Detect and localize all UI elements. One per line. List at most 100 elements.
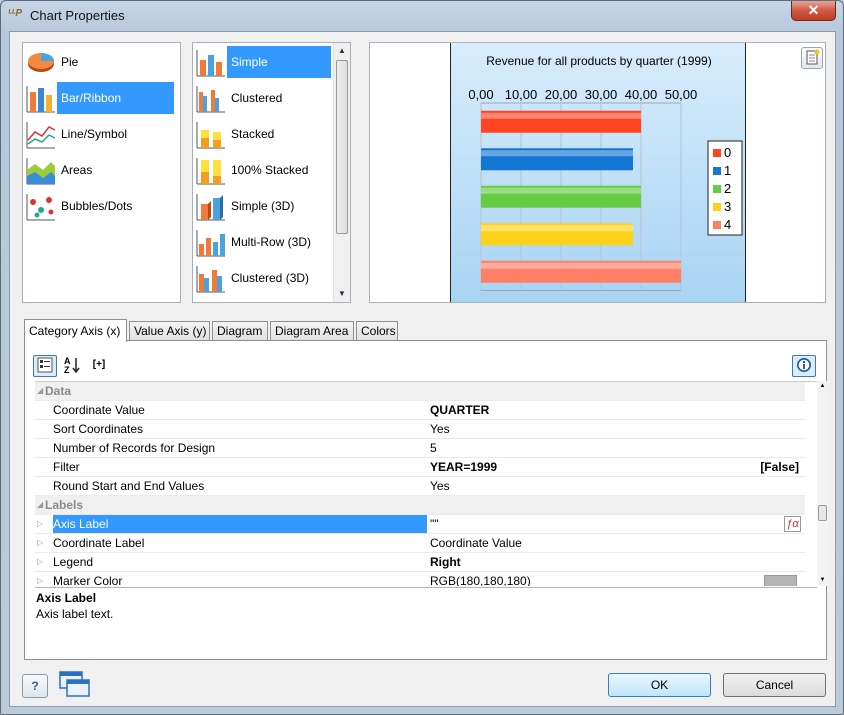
property-value[interactable]: 5	[430, 439, 805, 457]
property-row[interactable]: Filter YEAR=1999 [False]	[35, 458, 805, 477]
property-row[interactable]: ▷ Coordinate Label Coordinate Value	[35, 534, 805, 553]
property-row[interactable]: Coordinate Value QUARTER	[35, 401, 805, 420]
property-row[interactable]: ▷ Legend Right	[35, 553, 805, 572]
subtype-simple[interactable]: Simple	[195, 45, 331, 79]
property-row[interactable]: Round Start and End Values Yes	[35, 477, 805, 496]
legend-swatch	[713, 221, 721, 229]
expand-icon[interactable]: ▷	[37, 534, 47, 552]
help-button[interactable]: ?	[22, 674, 48, 698]
category-row[interactable]: ◢ Data	[35, 382, 805, 401]
property-row[interactable]: ▷ Marker Color RGB(180,180,180)	[35, 572, 805, 586]
property-row[interactable]: Number of Records for Design 5	[35, 439, 805, 458]
property-name: Coordinate Label	[53, 536, 145, 550]
scroll-down-icon[interactable]: ▼	[334, 286, 350, 302]
chart-properties-dialog: ᴸᴸP Chart Properties ✕ Pie Bar/Ribbon Line…	[0, 0, 844, 715]
subtype-clustered-3d[interactable]: Clustered (3D)	[195, 261, 331, 295]
scroll-thumb[interactable]	[336, 60, 348, 234]
bar-highlight	[481, 187, 641, 194]
expand-icon[interactable]: ▷	[37, 515, 47, 533]
scroll-up-icon[interactable]: ▲	[334, 43, 350, 59]
legend-swatch	[713, 149, 721, 157]
property-name: Filter	[53, 460, 80, 474]
bar-highlight	[481, 150, 633, 157]
chart-title: Revenue for all products by quarter (199…	[486, 54, 711, 68]
subtype-scrollbar[interactable]: ▲ ▼	[333, 43, 350, 302]
info-button[interactable]	[792, 355, 816, 377]
property-value[interactable]: YEAR=1999	[430, 458, 805, 476]
subtype-100-stacked[interactable]: 100% Stacked	[195, 153, 331, 187]
property-name: Number of Records for Design	[53, 441, 216, 455]
category-row[interactable]: ◢ Labels	[35, 496, 805, 515]
grid-scroll-thumb[interactable]	[818, 505, 827, 521]
percent-stacked-bar-icon	[196, 158, 225, 185]
cancel-button[interactable]: Cancel	[723, 673, 826, 697]
new-document-button[interactable]	[801, 47, 823, 69]
subtype-clustered[interactable]: Clustered	[195, 81, 331, 115]
multirow-3d-bar-icon	[196, 230, 225, 257]
subtype-stacked[interactable]: Stacked	[195, 117, 331, 151]
legend-swatch	[713, 185, 721, 193]
property-value[interactable]: Yes	[430, 477, 805, 495]
expand-icon[interactable]: ▷	[37, 572, 47, 586]
subtype-label: Simple (3D)	[231, 199, 295, 213]
chart-svg: Revenue for all products by quarter (199…	[468, 54, 743, 291]
legend-label: 0	[724, 145, 731, 160]
chart-preview: Revenue for all products by quarter (199…	[369, 42, 826, 303]
chart-type-areas[interactable]: Areas	[25, 153, 174, 187]
property-value[interactable]: RGB(180,180,180)	[430, 572, 805, 586]
description-pane: Axis Label Axis label text.	[35, 587, 817, 659]
chart-type-label: Bubbles/Dots	[61, 199, 133, 213]
tab-category-axis-x[interactable]: Category Axis (x)	[24, 319, 127, 342]
property-row[interactable]: ▷ Axis Label "" ƒα	[35, 515, 805, 534]
window-layout-button[interactable]	[58, 670, 92, 700]
window-title: Chart Properties	[30, 8, 125, 23]
property-grid-scrollbar[interactable]: ▲ ▼	[817, 381, 828, 586]
tab-diagram-area[interactable]: Diagram Area	[270, 321, 354, 341]
subtype-label: Clustered	[231, 91, 283, 105]
property-value[interactable]: Coordinate Value	[430, 534, 805, 552]
property-name: Coordinate Value	[53, 403, 145, 417]
alphabetical-sort-button[interactable]: A Z	[61, 355, 85, 377]
tab-diagram[interactable]: Diagram	[212, 321, 268, 341]
chart-canvas: Revenue for all products by quarter (199…	[450, 43, 746, 302]
expand-icon[interactable]: ▷	[37, 553, 47, 571]
simple-3d-bar-icon	[196, 194, 225, 221]
tab-colors[interactable]: Colors	[356, 321, 398, 341]
chart-type-bar-ribbon[interactable]: Bar/Ribbon	[25, 81, 174, 115]
property-value[interactable]: Right	[430, 553, 805, 571]
subtype-label: Multi-Row (3D)	[231, 235, 312, 249]
property-value[interactable]: ""	[430, 515, 805, 533]
chart-type-bubbles-dots[interactable]: Bubbles/Dots	[25, 189, 174, 223]
property-row[interactable]: Sort Coordinates Yes	[35, 420, 805, 439]
subtype-simple-3d[interactable]: Simple (3D)	[195, 189, 331, 223]
property-value[interactable]: QUARTER	[430, 401, 805, 419]
tab-panel: A Z [+] ◢ Data Coordinate Value QUARTER …	[24, 340, 828, 660]
property-grid-toolbar: A Z [+]	[25, 341, 826, 380]
legend-label: 2	[724, 181, 731, 196]
subtype-label: Stacked	[231, 127, 275, 141]
tab-value-axis-y[interactable]: Value Axis (y)	[129, 321, 210, 341]
grid-scroll-down-icon[interactable]: ▼	[817, 575, 828, 585]
color-swatch[interactable]	[764, 575, 797, 586]
bar-highlight	[481, 112, 641, 119]
line-chart-icon	[26, 122, 56, 149]
grid-scroll-up-icon[interactable]: ▲	[817, 381, 828, 391]
formula-icon[interactable]: ƒα	[784, 516, 801, 532]
subtype-label: 100% Stacked	[231, 163, 309, 177]
chart-type-pie[interactable]: Pie	[25, 45, 174, 79]
subtype-multi-row-3d[interactable]: Multi-Row (3D)	[195, 225, 331, 259]
property-name: Marker Color	[53, 574, 123, 586]
property-name: Axis Label	[53, 515, 427, 533]
title-bar[interactable]: ᴸᴸP Chart Properties ✕	[1, 1, 843, 31]
categorized-view-button[interactable]	[33, 355, 57, 377]
category-label: Data	[45, 384, 72, 398]
property-value[interactable]: Yes	[430, 420, 805, 438]
chart-type-line-symbol[interactable]: Line/Symbol	[25, 117, 174, 151]
property-grid: ◢ Data Coordinate Value QUARTER Sort Coordin…	[35, 381, 817, 586]
x-tick-label: 50,00	[665, 87, 698, 102]
ok-button[interactable]: OK	[608, 673, 711, 697]
x-tick-label: 20,00	[545, 87, 578, 102]
sort-alpha-icon: A Z	[64, 356, 80, 375]
close-button[interactable]: ✕	[791, 1, 836, 21]
expand-all-button[interactable]: [+]	[87, 355, 111, 377]
